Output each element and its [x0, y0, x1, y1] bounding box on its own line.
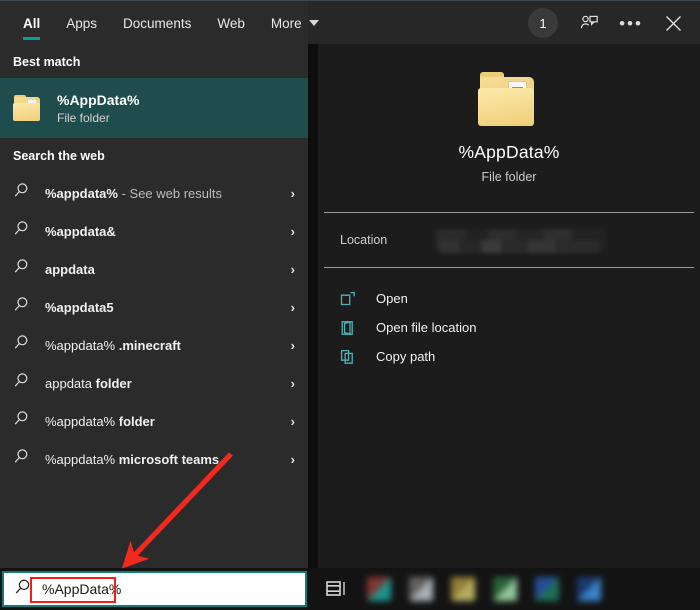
- list-item-label: %appdata5: [45, 299, 114, 315]
- tab-web-label: Web: [217, 15, 245, 31]
- feedback-button[interactable]: [570, 4, 608, 42]
- taskbar: [0, 568, 700, 610]
- app-icon-3[interactable]: [451, 577, 475, 601]
- tab-apps-label: Apps: [66, 15, 98, 31]
- search-icon: [14, 578, 32, 601]
- notification-badge[interactable]: 1: [528, 8, 558, 38]
- app-icon-1[interactable]: [367, 577, 391, 601]
- preview-title: %AppData%: [458, 142, 560, 162]
- location-value-redacted-2: [440, 240, 600, 253]
- pane-divider: [308, 44, 318, 568]
- location-row: Location: [318, 213, 700, 267]
- list-item-label: appdata folder: [45, 375, 132, 391]
- tab-documents-label: Documents: [123, 15, 192, 31]
- filter-tabs: All Apps Documents Web More: [0, 1, 332, 45]
- tab-all-label: All: [23, 15, 41, 31]
- preview-header: %AppData% File folder: [318, 44, 700, 212]
- folder-icon: [478, 72, 540, 126]
- open-folder-icon: [340, 320, 362, 336]
- list-item-label: %appdata&: [45, 223, 116, 239]
- action-open-file-location[interactable]: Open file location: [318, 313, 700, 342]
- app-icon-2[interactable]: [409, 577, 433, 601]
- list-item[interactable]: %appdata& ›: [0, 212, 308, 250]
- search-input[interactable]: [42, 581, 242, 597]
- web-suggestions-list: %appdata% - See web results › %appdata& …: [0, 172, 308, 478]
- best-match-header: Best match: [13, 55, 81, 69]
- more-options-button[interactable]: •••: [612, 4, 650, 42]
- list-item[interactable]: appdata folder ›: [0, 364, 308, 402]
- windows-search-screen: All Apps Documents Web More 1 ••• Best m…: [0, 0, 700, 610]
- person-feedback-icon: [580, 15, 598, 29]
- tab-web[interactable]: Web: [204, 1, 258, 45]
- search-icon: [13, 410, 30, 432]
- task-view-icon: [326, 581, 345, 596]
- chevron-right-icon: ›: [290, 261, 295, 277]
- location-label: Location: [340, 233, 388, 247]
- list-item-label: %appdata% microsoft teams: [45, 451, 220, 467]
- list-item-label: %appdata% - See web results: [45, 185, 223, 201]
- taskbar-search-box[interactable]: [2, 571, 307, 607]
- search-icon: [13, 296, 30, 318]
- action-open-label: Open: [376, 291, 408, 306]
- app-icon-5[interactable]: [535, 577, 559, 601]
- tab-more[interactable]: More: [258, 1, 332, 45]
- chevron-right-icon: ›: [290, 375, 295, 391]
- list-item[interactable]: appdata ›: [0, 250, 308, 288]
- search-icon: [13, 448, 30, 470]
- notification-badge-count: 1: [539, 15, 547, 31]
- app-icon-4[interactable]: [493, 577, 517, 601]
- action-open-file-location-label: Open file location: [376, 320, 477, 335]
- tab-documents[interactable]: Documents: [110, 1, 204, 45]
- task-view-button[interactable]: [325, 577, 351, 601]
- search-icon: [13, 334, 30, 356]
- preview-pane: %AppData% File folder Location Open Open…: [318, 44, 700, 568]
- chevron-right-icon: ›: [290, 299, 295, 315]
- chevron-right-icon: ›: [290, 413, 295, 429]
- close-button[interactable]: [654, 4, 692, 42]
- ellipsis-icon: •••: [619, 13, 643, 33]
- search-icon: [13, 258, 30, 280]
- action-open[interactable]: Open: [318, 284, 700, 313]
- search-icon: [13, 220, 30, 242]
- list-item-label: appdata: [45, 261, 95, 277]
- app-icon-6[interactable]: [577, 577, 601, 601]
- best-match-result[interactable]: %AppData% File folder: [0, 78, 308, 138]
- list-item[interactable]: %appdata% - See web results ›: [0, 174, 308, 212]
- tab-more-label: More: [270, 15, 302, 31]
- list-item[interactable]: %appdata% microsoft teams ›: [0, 440, 308, 478]
- chevron-right-icon: ›: [290, 337, 295, 353]
- list-item-label: %appdata% folder: [45, 413, 155, 429]
- chevron-right-icon: ›: [290, 185, 295, 201]
- action-list: Open Open file location Copy path: [318, 268, 700, 371]
- best-match-subtitle: File folder: [57, 111, 110, 126]
- action-copy-path[interactable]: Copy path: [318, 342, 700, 371]
- list-item[interactable]: %appdata% folder ›: [0, 402, 308, 440]
- chevron-right-icon: ›: [290, 451, 295, 467]
- close-icon: [665, 15, 681, 31]
- search-icon: [13, 372, 30, 394]
- list-item[interactable]: %appdata% .minecraft ›: [0, 326, 308, 364]
- search-icon: [13, 182, 30, 204]
- search-the-web-header: Search the web: [13, 149, 105, 163]
- best-match-title: %AppData%: [57, 91, 140, 108]
- list-item[interactable]: %appdata5 ›: [0, 288, 308, 326]
- copy-icon: [340, 349, 362, 365]
- best-match-texts: %AppData% File folder: [57, 91, 139, 126]
- results-list-pane: Best match %AppData% File folder Search …: [0, 44, 308, 568]
- tab-apps[interactable]: Apps: [53, 1, 110, 45]
- topbar-actions: 1 •••: [528, 1, 692, 45]
- taskbar-pinned-icons: [355, 568, 700, 610]
- preview-subtitle: File folder: [481, 170, 537, 184]
- folder-icon: [13, 95, 43, 121]
- open-external-icon: [340, 291, 362, 307]
- tab-all[interactable]: All: [10, 1, 53, 45]
- chevron-down-icon: [308, 20, 319, 26]
- chevron-right-icon: ›: [290, 223, 295, 239]
- action-copy-path-label: Copy path: [376, 349, 436, 364]
- list-item-label: %appdata% .minecraft: [45, 337, 181, 353]
- search-topbar: All Apps Documents Web More 1 •••: [0, 0, 700, 45]
